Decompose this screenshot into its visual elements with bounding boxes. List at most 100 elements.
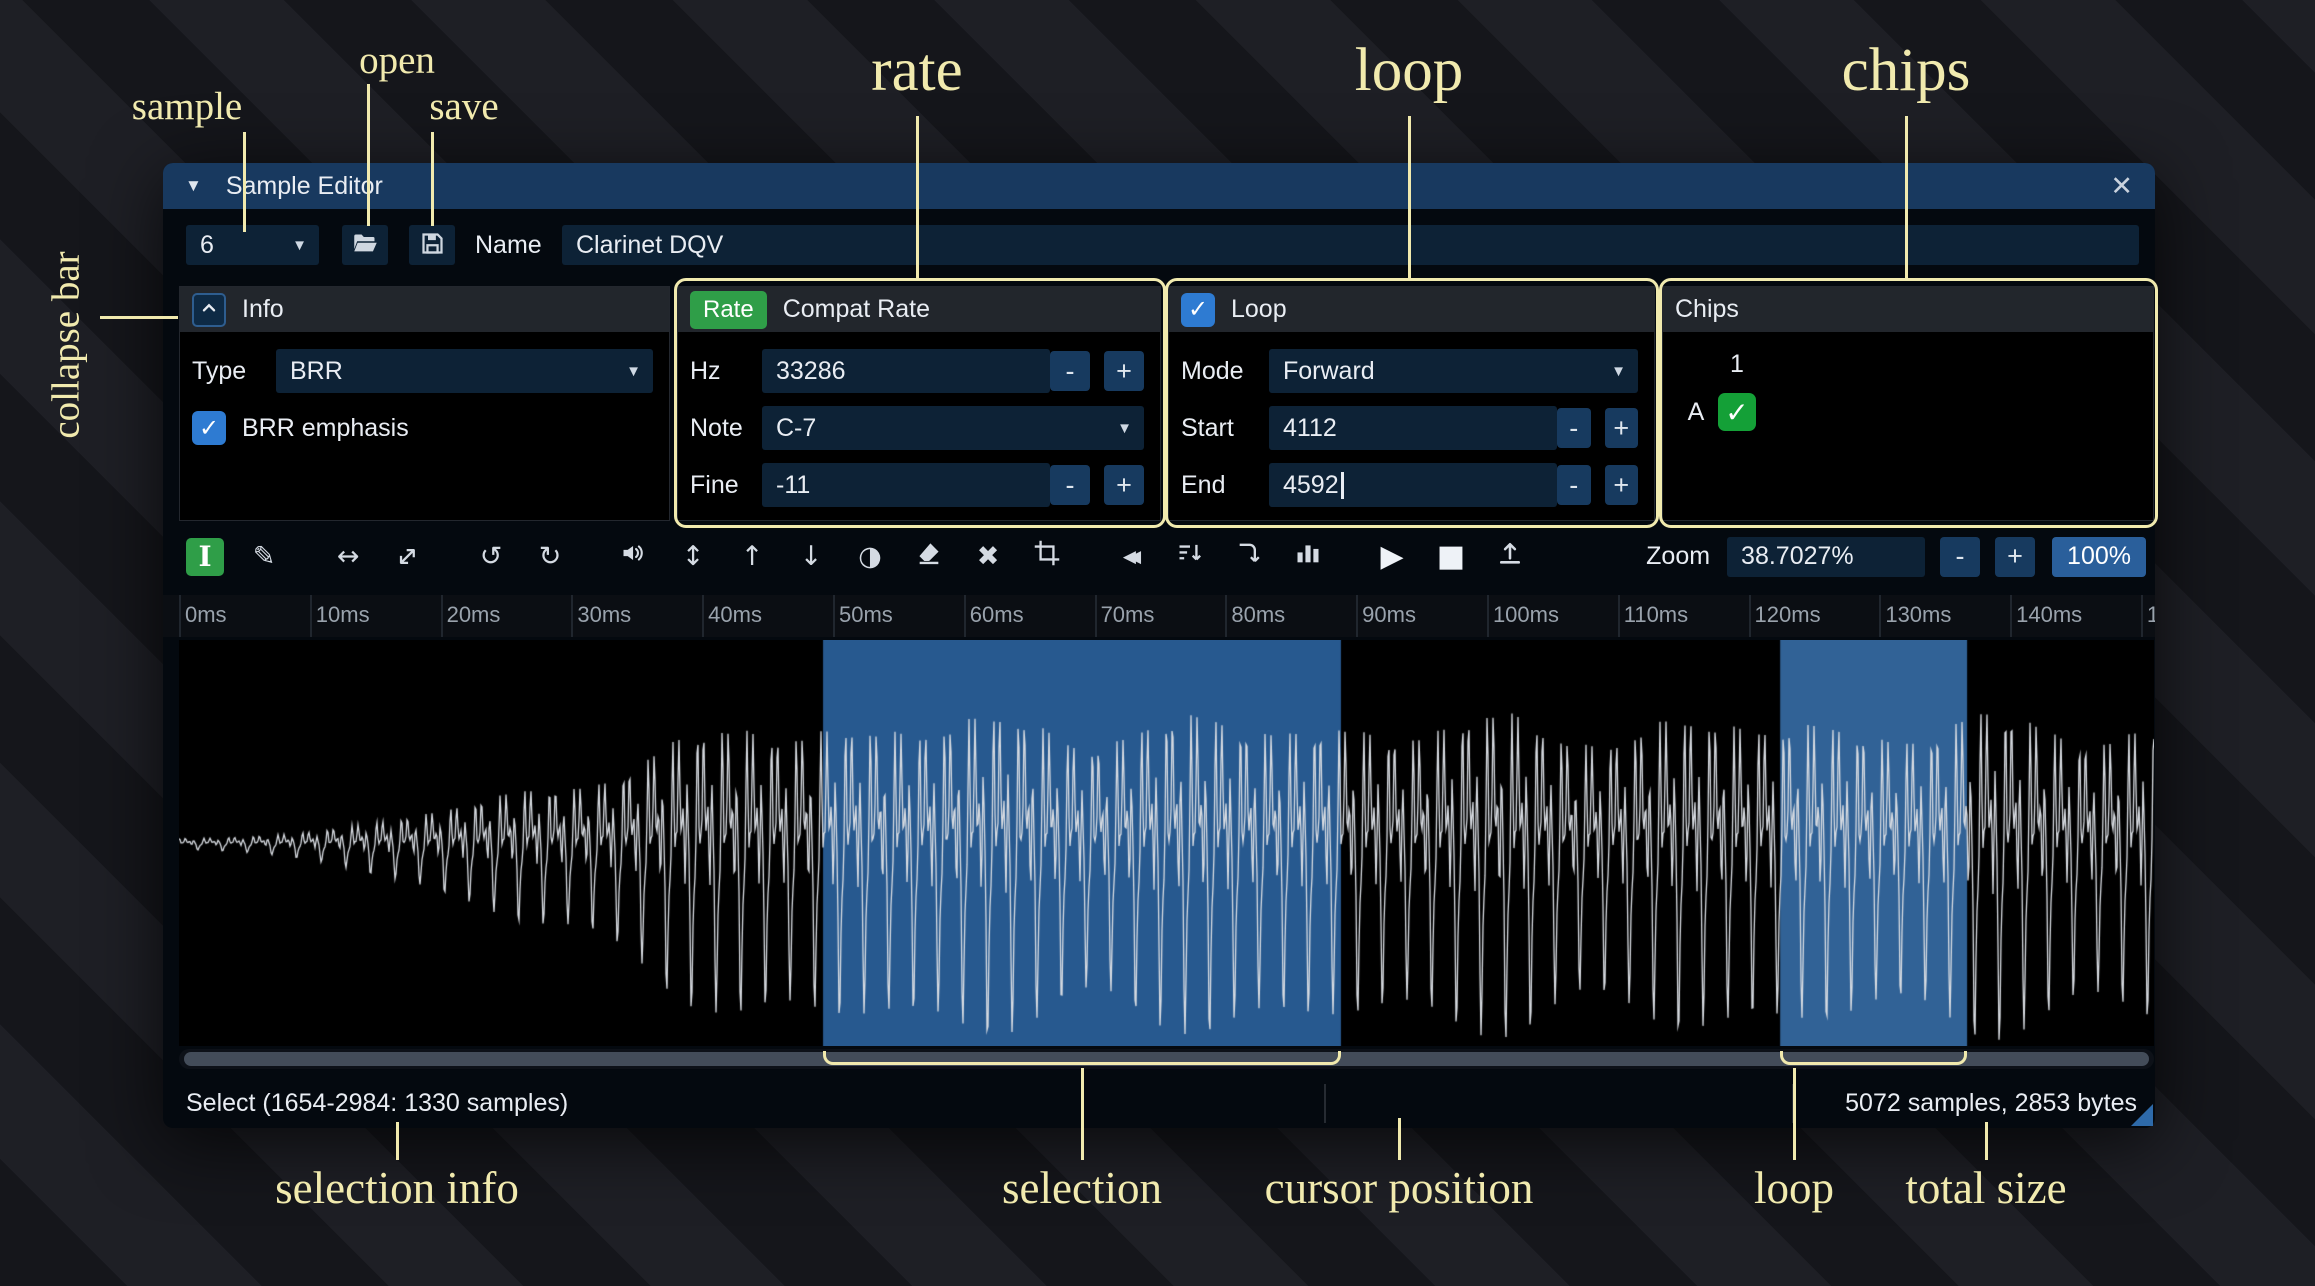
amplify-button[interactable]	[615, 538, 653, 576]
save-icon	[419, 230, 446, 260]
invert-button[interactable]: ◑	[851, 538, 889, 576]
save-button[interactable]	[409, 225, 455, 265]
zoom-out-button[interactable]: -	[1940, 536, 1981, 577]
loop-end-row: End 4592 - +	[1181, 463, 1638, 507]
name-label: Name	[475, 230, 542, 259]
normalize-button[interactable]: ↕	[674, 538, 712, 576]
redo-button[interactable]: ↻	[531, 538, 569, 576]
delete-button[interactable]: ✖	[969, 538, 1007, 576]
loop-end-input[interactable]: 4592	[1269, 463, 1557, 507]
resize-button[interactable]: ↔	[329, 538, 367, 576]
fine-decrease-button[interactable]: -	[1050, 465, 1090, 505]
fade-in-button[interactable]: ↑	[733, 538, 771, 576]
window-title: Sample Editor	[225, 171, 383, 200]
edit-mode-button[interactable]: I	[186, 537, 224, 576]
annotation-loop-bottom-label: loop	[1753, 1163, 1835, 1213]
open-button[interactable]	[342, 225, 388, 265]
caret-down-icon: ▼	[626, 362, 641, 380]
fine-input[interactable]: -11	[762, 463, 1050, 507]
type-select[interactable]: BRR ▼	[276, 349, 653, 393]
hz-input[interactable]: 33286	[762, 349, 1050, 393]
loop-end-increase-button[interactable]: +	[1604, 465, 1638, 505]
caret-down-icon: ▼	[1117, 419, 1132, 437]
loop-checkbox[interactable]: ✓	[1181, 292, 1215, 327]
note-row: Note C-7 ▼	[690, 406, 1144, 450]
info-panel: Info Type BRR ▼ ✓ BRR emphasis	[179, 286, 670, 521]
filter-button[interactable]	[1171, 538, 1209, 576]
note-label: Note	[690, 413, 743, 442]
check-icon: ✓	[1725, 396, 1749, 428]
annotation-collapse-bar-label: collapse bar	[44, 251, 88, 439]
hz-increase-button[interactable]: +	[1104, 351, 1144, 391]
crossfade-button[interactable]	[1230, 538, 1268, 576]
ruler-tick	[2140, 595, 2143, 637]
stop-button[interactable]: ■	[1432, 538, 1470, 576]
brr-emphasis-checkbox[interactable]: ✓	[192, 411, 226, 445]
close-icon[interactable]: ✕	[2110, 171, 2133, 202]
scrollbar-handle[interactable]	[184, 1052, 2149, 1066]
chart-button[interactable]	[1289, 538, 1327, 576]
ruler-label: 70ms	[1100, 602, 1155, 627]
annotation-selection-info-label: selection info	[275, 1163, 519, 1213]
zoom-in-button[interactable]: +	[1995, 536, 2036, 577]
chips-panel: Chips 1 A ✓	[1662, 286, 2154, 521]
selection-info-text: Select (1654-2984: 1330 samples)	[186, 1089, 569, 1117]
rate-badge[interactable]: Rate	[690, 290, 767, 329]
titlebar[interactable]: ▼ Sample Editor ✕	[163, 163, 2155, 209]
resample-button[interactable]: ↔	[388, 538, 426, 576]
reverse-button[interactable]: ◀◀	[1112, 538, 1150, 576]
info-collapse-button[interactable]	[192, 292, 226, 327]
check-icon: ✓	[1187, 296, 1209, 323]
ruler-label: 130ms	[1885, 602, 1952, 627]
normalize-icon: ↕	[681, 541, 705, 572]
undo-button[interactable]: ↺	[472, 538, 510, 576]
annotation-open-label: open	[359, 39, 435, 82]
crossfade-icon	[1235, 539, 1263, 574]
waveform-scrollbar[interactable]	[179, 1049, 2154, 1069]
time-ruler[interactable]: 0ms 10ms 20ms 30ms 40ms 50ms 60ms 70ms 80ms 90ms 1…	[163, 595, 2155, 637]
ruler-label: 120ms	[1754, 602, 1821, 627]
fade-out-button[interactable]: ↓	[792, 538, 830, 576]
hz-label: Hz	[690, 356, 721, 385]
zoom-reset-button[interactable]: 100%	[2052, 536, 2146, 577]
loop-start-increase-button[interactable]: +	[1604, 408, 1638, 448]
name-value: Clarinet DQV	[576, 230, 724, 259]
loop-mode-select[interactable]: Forward ▼	[1269, 349, 1638, 393]
ruler-label: 100ms	[1492, 602, 1559, 627]
loop-mode-label: Mode	[1181, 356, 1244, 385]
annotation-selection-label: selection	[1002, 1163, 1162, 1213]
ruler-label: 80ms	[1231, 602, 1286, 627]
status-separator	[1792, 1084, 1794, 1123]
draw-button[interactable]: ✎	[245, 538, 283, 576]
sample-toolbar: I ✎ ↔ ↔ ↺ ↻ ↕ ↑ ↓ ◑ ✖ ◀◀ ▶ ■ Zoom 38.7027% - + 100%	[163, 528, 2155, 585]
silence-icon	[915, 539, 943, 574]
import-button[interactable]	[1491, 538, 1529, 576]
fine-increase-button[interactable]: +	[1104, 465, 1144, 505]
resize-grip[interactable]	[2131, 1104, 2153, 1126]
loop-end-decrease-button[interactable]: -	[1557, 465, 1591, 505]
chip-column-header: 1	[1730, 349, 1744, 378]
note-select[interactable]: C-7 ▼	[762, 406, 1144, 450]
chip-row-label: A	[1687, 397, 1705, 426]
ruler-tick	[1225, 595, 1228, 637]
loop-start-input[interactable]: 4112	[1269, 406, 1557, 450]
brr-emphasis-label: BRR emphasis	[242, 413, 409, 442]
filter-icon	[1176, 539, 1204, 574]
sample-selector[interactable]: 6 ▼	[186, 225, 319, 265]
window-collapse-icon[interactable]: ▼	[185, 176, 202, 196]
annotation-loop-label: loop	[1354, 37, 1464, 104]
ruler-tick	[1094, 595, 1097, 637]
loop-start-decrease-button[interactable]: -	[1557, 408, 1591, 448]
waveform-canvas[interactable]	[179, 640, 2154, 1046]
resize-icon: ↔	[336, 541, 360, 572]
annotation-rate-label: rate	[871, 37, 963, 104]
ruler-tick	[309, 595, 312, 637]
hz-decrease-button[interactable]: -	[1050, 351, 1090, 391]
zoom-input[interactable]: 38.7027%	[1727, 536, 1926, 577]
name-input[interactable]: Clarinet DQV	[562, 225, 2139, 265]
chip-a-enable-checkbox[interactable]: ✓	[1718, 393, 1756, 431]
silence-button[interactable]	[910, 538, 948, 576]
ruler-label: 110ms	[1623, 602, 1689, 627]
play-button[interactable]: ▶	[1373, 538, 1411, 576]
trim-button[interactable]	[1028, 538, 1066, 576]
